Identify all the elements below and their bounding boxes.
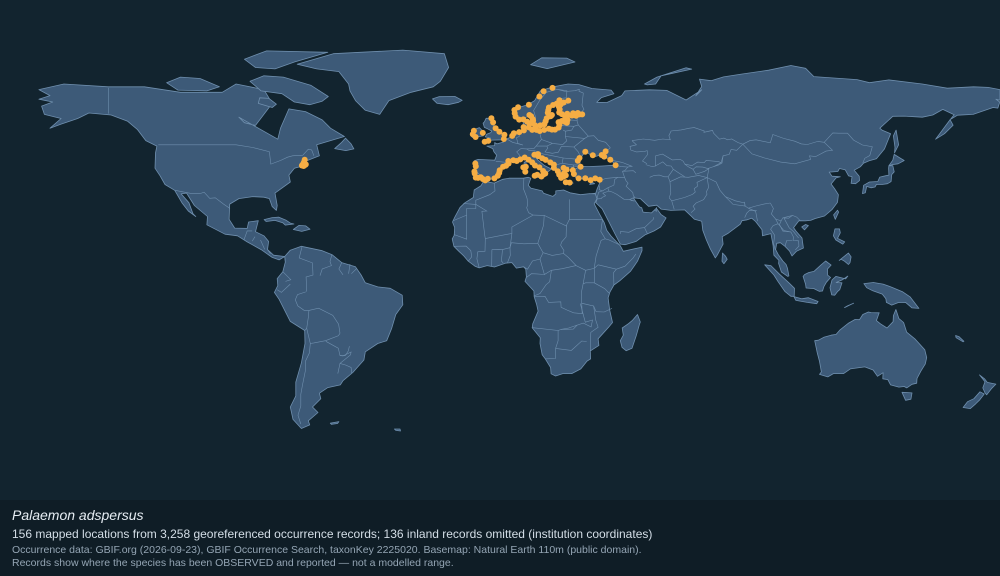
occurrence-marker — [301, 156, 308, 163]
occurrence-marker — [490, 119, 497, 126]
occurrence-marker — [510, 130, 517, 137]
world-map — [0, 0, 1000, 500]
occurrence-marker — [549, 84, 556, 91]
data-source-note: Occurrence data: GBIF.org (2026-09-23), … — [12, 544, 642, 556]
occurrence-marker — [472, 163, 479, 170]
occurrence-marker — [566, 179, 573, 186]
occurrence-marker — [570, 171, 577, 177]
occurrence-marker — [515, 104, 522, 111]
occurrence-marker — [472, 134, 479, 140]
occurrence-marker — [577, 163, 584, 170]
species-title: Palaemon adspersus — [12, 507, 144, 523]
occurrence-marker — [484, 175, 491, 182]
occurrence-marker — [565, 97, 572, 104]
record-summary: 156 mapped locations from 3,258 georefer… — [12, 527, 653, 541]
occurrence-marker — [522, 163, 529, 170]
occurrence-marker — [589, 152, 596, 159]
occurrence-marker — [496, 128, 503, 135]
occurrence-marker — [576, 155, 583, 161]
occurrence-marker — [479, 129, 486, 136]
occurrence-marker — [540, 88, 547, 95]
occurrence-marker — [500, 136, 507, 142]
occurrence-marker — [607, 156, 614, 163]
disclaimer-note: Records show where the species has been … — [12, 557, 454, 569]
occurrence-marker — [596, 176, 603, 183]
occurrence-marker — [601, 153, 608, 160]
occurrence-marker — [536, 93, 543, 100]
occurrence-marker — [520, 124, 527, 131]
occurrence-marker — [582, 148, 589, 155]
occurrence-marker — [526, 112, 533, 118]
occurrence-marker — [582, 175, 589, 182]
occurrence-marker — [564, 110, 571, 117]
map-canvas — [0, 0, 1000, 500]
occurrence-marker — [560, 164, 567, 171]
occurrence-marker — [570, 110, 577, 117]
occurrence-marker — [481, 138, 488, 145]
occurrence-marker — [531, 172, 538, 179]
occurrence-marker — [505, 158, 512, 164]
occurrence-marker — [575, 175, 582, 182]
occurrence-marker — [602, 148, 609, 155]
occurrence-marker — [525, 101, 532, 108]
occurrence-marker — [612, 162, 619, 169]
map-caption: Palaemon adspersus 156 mapped locations … — [0, 500, 1000, 576]
